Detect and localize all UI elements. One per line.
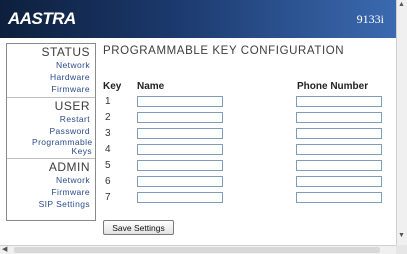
key-name-input[interactable]: [137, 112, 223, 123]
key-name-input[interactable]: [137, 176, 223, 187]
key-number: 4: [105, 144, 111, 155]
header-banner: AASTRA 9133i: [0, 0, 396, 38]
arrow-left-icon[interactable]: ◀: [2, 245, 7, 253]
arrow-up-icon[interactable]: ▲: [398, 1, 405, 9]
scrollbar-thumb[interactable]: [14, 247, 380, 253]
key-phone-input[interactable]: [296, 160, 382, 171]
page-title: PROGRAMMABLE KEY CONFIGURATION: [103, 45, 345, 57]
key-row: 5: [103, 159, 393, 175]
key-number: 2: [105, 112, 111, 123]
key-phone-input[interactable]: [296, 176, 382, 187]
key-phone-input[interactable]: [296, 144, 382, 155]
key-name-input[interactable]: [137, 144, 223, 155]
sidebar-item-password[interactable]: Password: [7, 125, 95, 137]
key-number: 7: [105, 192, 111, 203]
key-row: 4: [103, 143, 393, 159]
horizontal-scrollbar[interactable]: ◀: [0, 245, 396, 254]
config-page: AASTRA 9133i STATUS Network Hardware Fir…: [0, 0, 407, 254]
key-name-input[interactable]: [137, 192, 223, 203]
save-settings-button[interactable]: Save Settings: [103, 220, 174, 235]
sidebar-nav: STATUS Network Hardware Firmware USER Re…: [6, 43, 96, 221]
key-number: 6: [105, 176, 111, 187]
column-header-phone-number: Phone Number: [297, 81, 369, 92]
sidebar-section-status: STATUS: [41, 45, 90, 59]
vertical-scrollbar[interactable]: ▲ ▼: [396, 0, 407, 245]
sidebar-item-sip-settings[interactable]: SIP Settings: [7, 198, 95, 210]
column-headers: Key Name Phone Number: [103, 81, 393, 93]
aastra-logo: AASTRA: [8, 9, 76, 28]
key-row: 2: [103, 111, 393, 127]
key-row: 7: [103, 191, 393, 207]
key-phone-input[interactable]: [296, 192, 382, 203]
key-name-input[interactable]: [137, 160, 223, 171]
sidebar-item-status-hardware[interactable]: Hardware: [7, 71, 95, 83]
arrow-down-icon[interactable]: ▼: [398, 232, 405, 240]
column-header-key: Key: [103, 81, 122, 92]
sidebar-divider: [7, 97, 95, 98]
sidebar-divider: [7, 158, 95, 159]
scrollbar-corner: [396, 245, 407, 254]
key-phone-input[interactable]: [296, 96, 382, 107]
sidebar-item-admin-firmware[interactable]: Firmware: [7, 186, 95, 198]
key-row: 1: [103, 95, 393, 111]
key-name-input[interactable]: [137, 96, 223, 107]
key-phone-input[interactable]: [296, 112, 382, 123]
main-content: PROGRAMMABLE KEY CONFIGURATION Key Name …: [103, 45, 393, 235]
key-row: 6: [103, 175, 393, 191]
sidebar-item-status-firmware[interactable]: Firmware: [7, 83, 95, 95]
key-number: 1: [105, 96, 111, 107]
key-row: 3: [103, 127, 393, 143]
key-name-input[interactable]: [137, 128, 223, 139]
sidebar-item-restart[interactable]: Restart: [7, 113, 95, 125]
key-rows: 1 2 3 4 5 6 7: [103, 95, 393, 207]
sidebar-section-admin: ADMIN: [48, 160, 90, 174]
column-header-name: Name: [137, 81, 165, 92]
key-number: 3: [105, 128, 111, 139]
sidebar-item-admin-network[interactable]: Network: [7, 174, 95, 186]
sidebar-item-status-network[interactable]: Network: [7, 59, 95, 71]
key-phone-input[interactable]: [296, 128, 382, 139]
sidebar-section-user: USER: [54, 99, 90, 113]
phone-model-label: 9133i: [356, 12, 384, 26]
sidebar-item-programmable-keys[interactable]: Programmable Keys: [32, 137, 97, 156]
key-number: 5: [105, 160, 111, 171]
